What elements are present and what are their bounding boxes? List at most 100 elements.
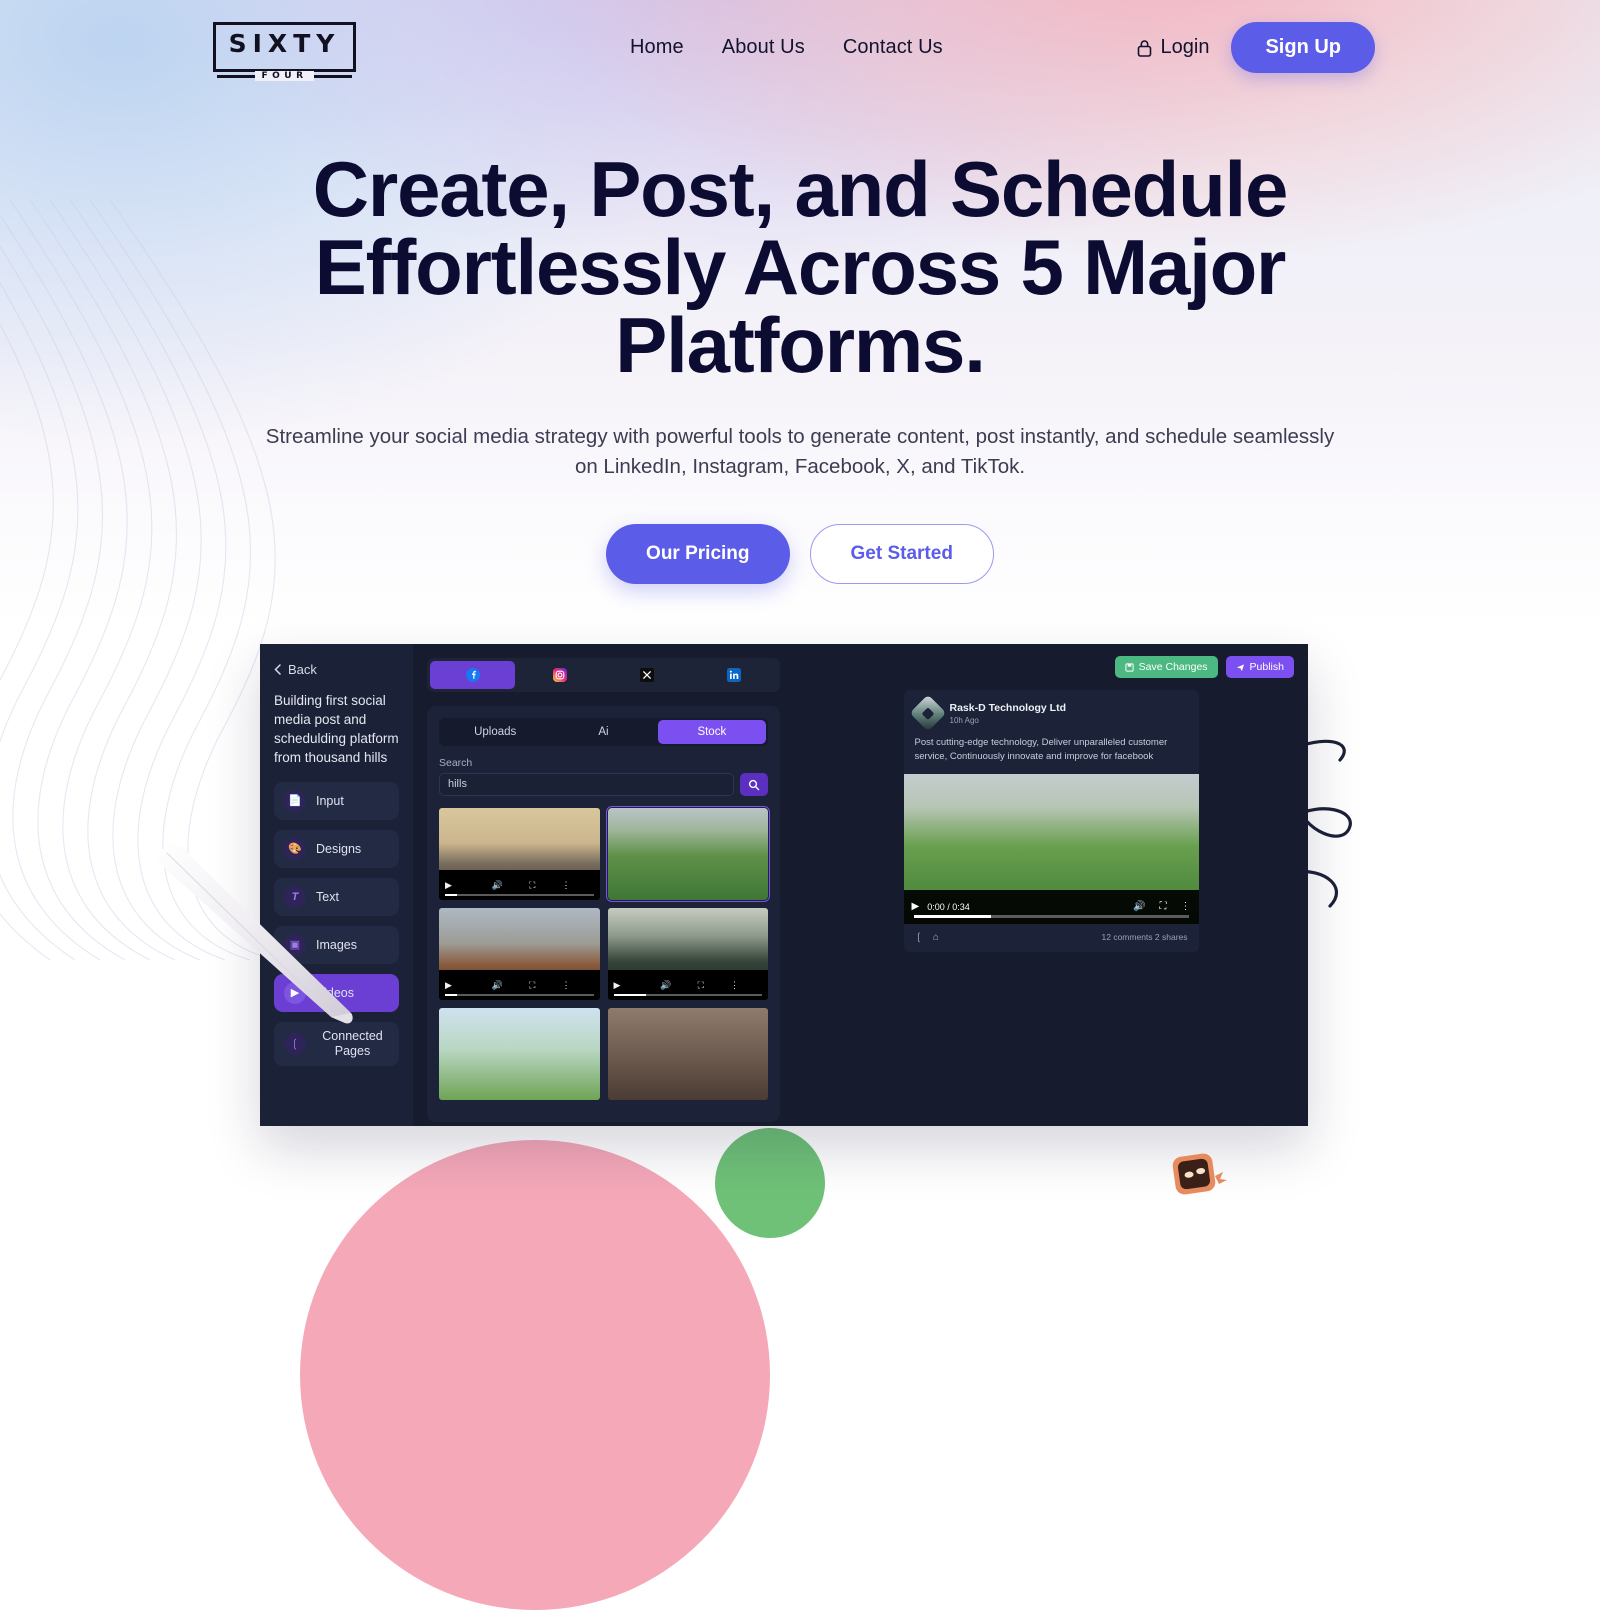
nav-item-about-us[interactable]: About Us [722,36,805,59]
media-library-panel: Uploads Ai Stock Search hills ▶ 🔊 ⛶ ⋮ ▶ … [427,706,780,1122]
facebook-icon [465,668,480,682]
nav-item-contact-us[interactable]: Contact Us [843,36,943,59]
preview-header: Rask-D Technology Ltd 10h Ago [904,690,1199,736]
sidebar-item-text[interactable]: T Text [274,877,399,916]
back-button[interactable]: Back [274,662,399,677]
page-title: Create, Post, and Schedule Effortlessly … [312,145,1289,389]
save-icon [1125,662,1134,672]
play-icon[interactable]: ▶ [912,901,920,912]
get-started-button[interactable]: Get Started [809,524,994,585]
sidebar-item-connected-pages[interactable]: ❲ Connected Pages [274,1021,399,1066]
more-icon[interactable]: ⋮ [561,880,570,891]
sidebar-item-label: Designs [316,841,362,856]
search-button[interactable] [740,773,768,796]
thumb-image [439,1008,600,1100]
product-screenshot-mockup: Back Building first social media post an… [260,644,1308,1126]
video-time-label: 0:00 / 0:34 [927,901,970,912]
brand-logo[interactable]: SIXTY FOUR [213,22,356,81]
more-icon[interactable]: ⋮ [730,980,739,991]
sidebar-item-images[interactable]: ▣ Images [274,925,399,964]
volume-icon[interactable]: 🔊 [492,980,503,991]
share-icon[interactable]: ❲ [915,932,923,943]
more-icon[interactable]: ⋮ [561,980,570,991]
sidebar-item-label: Input [316,793,344,808]
instagram-icon [552,668,567,682]
login-button[interactable]: Login [1137,36,1210,59]
preview-footer: ❲ ⌂ 12 comments 2 shares [904,924,1199,952]
document-icon: 📄 [284,789,306,812]
logo-rule-right [313,74,352,78]
decorative-pink-circle [300,1140,770,1610]
play-icon[interactable]: ▶ [445,880,452,891]
sidebar-item-label: Text [316,889,339,904]
lock-icon [1137,39,1151,57]
platform-instagram[interactable] [517,661,602,689]
sidebar-item-label: Images [316,937,357,952]
fullscreen-icon[interactable]: ⛶ [529,880,535,891]
preview-post-text: Post cutting-edge technology, Deliver un… [914,737,1168,763]
progress-bar[interactable] [613,994,762,996]
platform-linkedin[interactable] [692,661,777,689]
preview-progress-bar[interactable] [913,915,1189,918]
our-pricing-button[interactable]: Our Pricing [606,524,790,585]
avatar [909,694,946,732]
platform-facebook[interactable] [430,661,516,689]
login-label: Login [1160,36,1210,58]
media-thumb[interactable]: ▶ 🔊 ⛶ ⋮ [439,808,600,900]
robot-mascot-icon [1172,1153,1227,1195]
play-icon[interactable]: ▶ [445,980,452,991]
video-icon: ▶ [284,981,306,1004]
progress-bar[interactable] [445,894,594,896]
site-header: SIXTY FOUR Home About Us Contact Us Logi… [0,0,1600,95]
hero-subtitle: Streamline your social media strategy wi… [265,425,1335,478]
back-label: Back [288,662,317,677]
fullscreen-icon[interactable]: ⛶ [1160,901,1167,912]
tab-uploads[interactable]: Uploads [441,720,549,744]
sidebar-item-videos[interactable]: ▶ Videos [274,973,399,1012]
search-label: Search [439,757,473,769]
logo-text-top: SIXTY [228,29,341,58]
main-nav: Home About Us Contact Us [630,0,943,95]
decorative-green-circle [715,1128,825,1238]
tab-ai[interactable]: Ai [549,720,657,744]
play-icon[interactable]: ▶ [614,980,621,991]
tab-stock[interactable]: Stock [657,720,766,744]
save-changes-button[interactable]: Save Changes [1114,656,1218,678]
platform-x[interactable] [605,661,690,689]
preview-account-name: Rask-D Technology Ltd [949,701,1066,714]
preview-engagement-stats: 12 comments 2 shares [1101,932,1188,942]
media-thumb[interactable]: ▶ 🔊 ⛶ ⋮ [439,908,600,1000]
media-source-tabs: Uploads Ai Stock [439,718,768,746]
volume-icon[interactable]: 🔊 [660,980,671,991]
image-icon: ▣ [284,933,306,956]
publish-button[interactable]: Publish [1225,656,1294,678]
logo-text-bottom: FOUR [255,71,314,81]
media-thumb[interactable]: ▶ 🔊 ⛶ ⋮ [607,908,768,1000]
publish-label: Publish [1249,661,1284,673]
send-icon [1236,663,1244,671]
linkedin-icon [727,668,742,682]
signup-button[interactable]: Sign Up [1231,22,1375,73]
sidebar-item-designs[interactable]: 🎨 Designs [274,829,399,868]
thumb-image [607,808,768,900]
logo-bottom-row: FOUR [213,71,356,81]
chevron-left-icon [274,664,281,675]
fullscreen-icon[interactable]: ⛶ [529,980,535,991]
palette-icon: 🎨 [284,837,306,860]
home-icon[interactable]: ⌂ [933,932,939,943]
volume-icon[interactable]: 🔊 [1133,901,1145,912]
progress-bar[interactable] [445,994,594,996]
auth-actions: Login Sign Up [1137,0,1375,95]
hero-section: Create, Post, and Schedule Effortlessly … [0,145,1600,585]
app-action-bar: Save Changes Publish [808,656,1294,678]
volume-icon[interactable]: 🔊 [492,880,503,891]
more-icon[interactable]: ⋮ [1181,901,1191,912]
preview-video[interactable]: ▶ 0:00 / 0:34 🔊 ⛶ ⋮ [903,773,1199,924]
media-thumb[interactable] [607,1008,768,1100]
media-thumb-selected[interactable] [605,806,770,902]
sidebar-item-input[interactable]: 📄 Input [274,781,399,820]
nav-item-home[interactable]: Home [630,36,684,59]
fullscreen-icon[interactable]: ⛶ [698,980,704,991]
media-thumb[interactable] [439,1008,600,1100]
search-input[interactable]: hills [439,773,734,796]
